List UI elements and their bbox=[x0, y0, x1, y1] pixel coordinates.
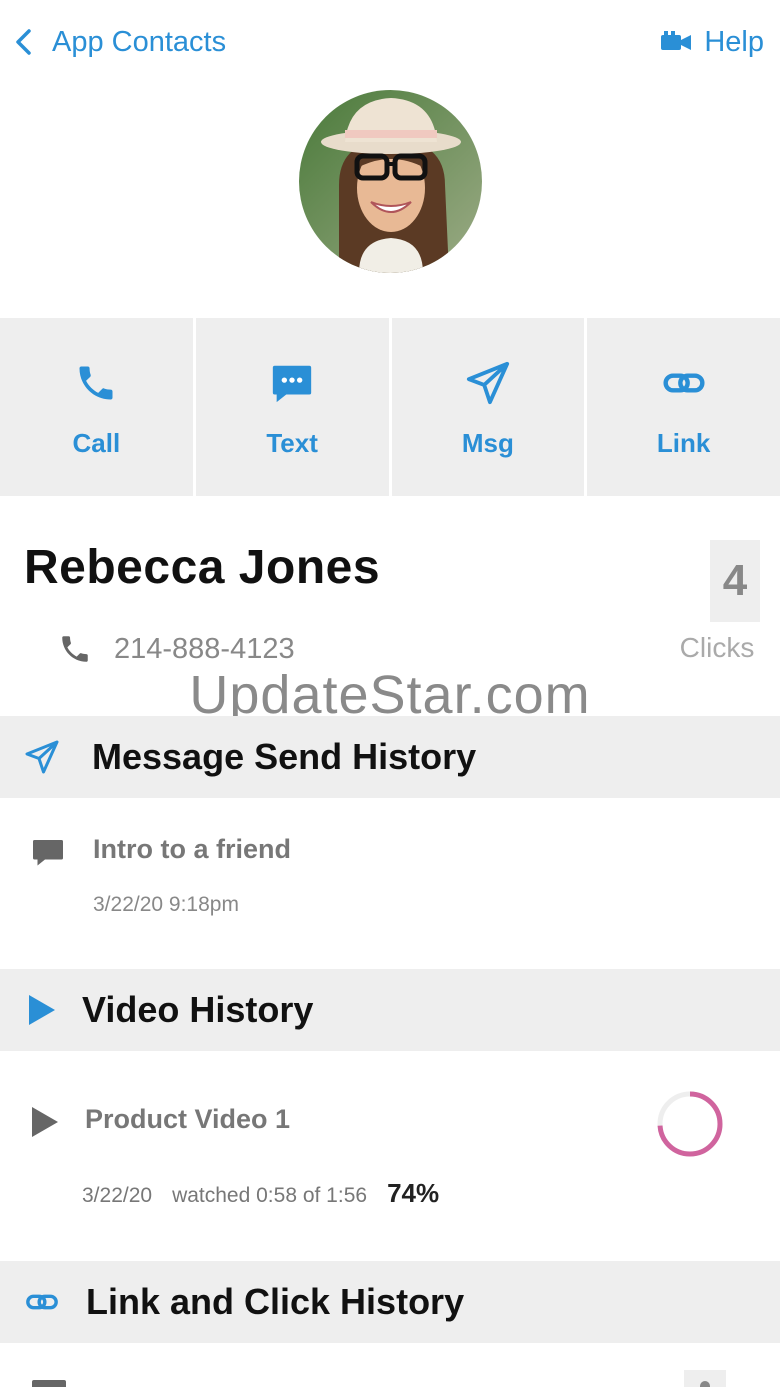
video-camera-icon bbox=[661, 31, 692, 50]
video-history-header[interactable]: Video History bbox=[0, 969, 780, 1051]
link-icon bbox=[659, 358, 709, 408]
call-label: Call bbox=[72, 428, 121, 458]
clicks-count: 4 bbox=[710, 540, 760, 622]
top-bar: App Contacts Help bbox=[0, 0, 780, 84]
link-label: Link bbox=[656, 428, 711, 458]
video-item-meta: 3/22/20 watched 0:58 of 1:56 74% bbox=[82, 1178, 439, 1209]
contact-name: Rebecca Jones bbox=[24, 541, 381, 594]
phone-icon bbox=[71, 358, 121, 408]
back-label: App Contacts bbox=[52, 25, 227, 58]
message-icon bbox=[30, 834, 66, 870]
video-item-title[interactable]: Product Video 1 bbox=[85, 1104, 290, 1135]
link-item-icon bbox=[32, 1380, 66, 1387]
contact-actions: Call Text Msg Link bbox=[0, 318, 780, 496]
chat-bubble-icon bbox=[267, 358, 317, 408]
video-item-percent: 74% bbox=[387, 1178, 440, 1208]
link-button[interactable]: Link bbox=[587, 318, 780, 496]
back-button[interactable]: App Contacts bbox=[12, 22, 226, 62]
paper-plane-icon bbox=[22, 737, 62, 777]
link-item-count bbox=[684, 1370, 726, 1387]
text-button[interactable]: Text bbox=[195, 318, 389, 496]
video-progress-ring bbox=[656, 1090, 724, 1158]
message-history-header[interactable]: Message Send History bbox=[0, 716, 780, 798]
msg-button[interactable]: Msg bbox=[391, 318, 585, 496]
video-item-date: 3/22/20 bbox=[82, 1184, 153, 1207]
help-button[interactable]: Help bbox=[660, 22, 764, 62]
paper-plane-icon bbox=[463, 358, 513, 408]
link-history-header[interactable]: Link and Click History bbox=[0, 1261, 780, 1343]
message-item-title[interactable]: Intro to a friend bbox=[93, 834, 291, 865]
clicks-label: Clicks bbox=[679, 632, 755, 663]
play-icon bbox=[22, 990, 62, 1030]
link-icon bbox=[22, 1282, 62, 1322]
message-history-title: Message Send History bbox=[92, 736, 477, 777]
contact-avatar bbox=[299, 90, 482, 273]
play-icon bbox=[30, 1104, 60, 1140]
link-history-title: Link and Click History bbox=[86, 1281, 465, 1322]
chevron-left-icon bbox=[16, 29, 31, 55]
text-label: Text bbox=[266, 428, 318, 458]
video-item-watched: watched 0:58 of 1:56 bbox=[172, 1184, 368, 1207]
help-label: Help bbox=[704, 25, 764, 58]
message-item-date: 3/22/20 9:18pm bbox=[93, 893, 239, 916]
call-button[interactable]: Call bbox=[0, 318, 193, 496]
phone-icon bbox=[62, 636, 88, 662]
video-history-title: Video History bbox=[82, 989, 314, 1030]
contact-phone[interactable]: 214-888-4123 bbox=[58, 632, 295, 666]
phone-number: 214-888-4123 bbox=[114, 632, 295, 665]
msg-label: Msg bbox=[461, 428, 514, 458]
